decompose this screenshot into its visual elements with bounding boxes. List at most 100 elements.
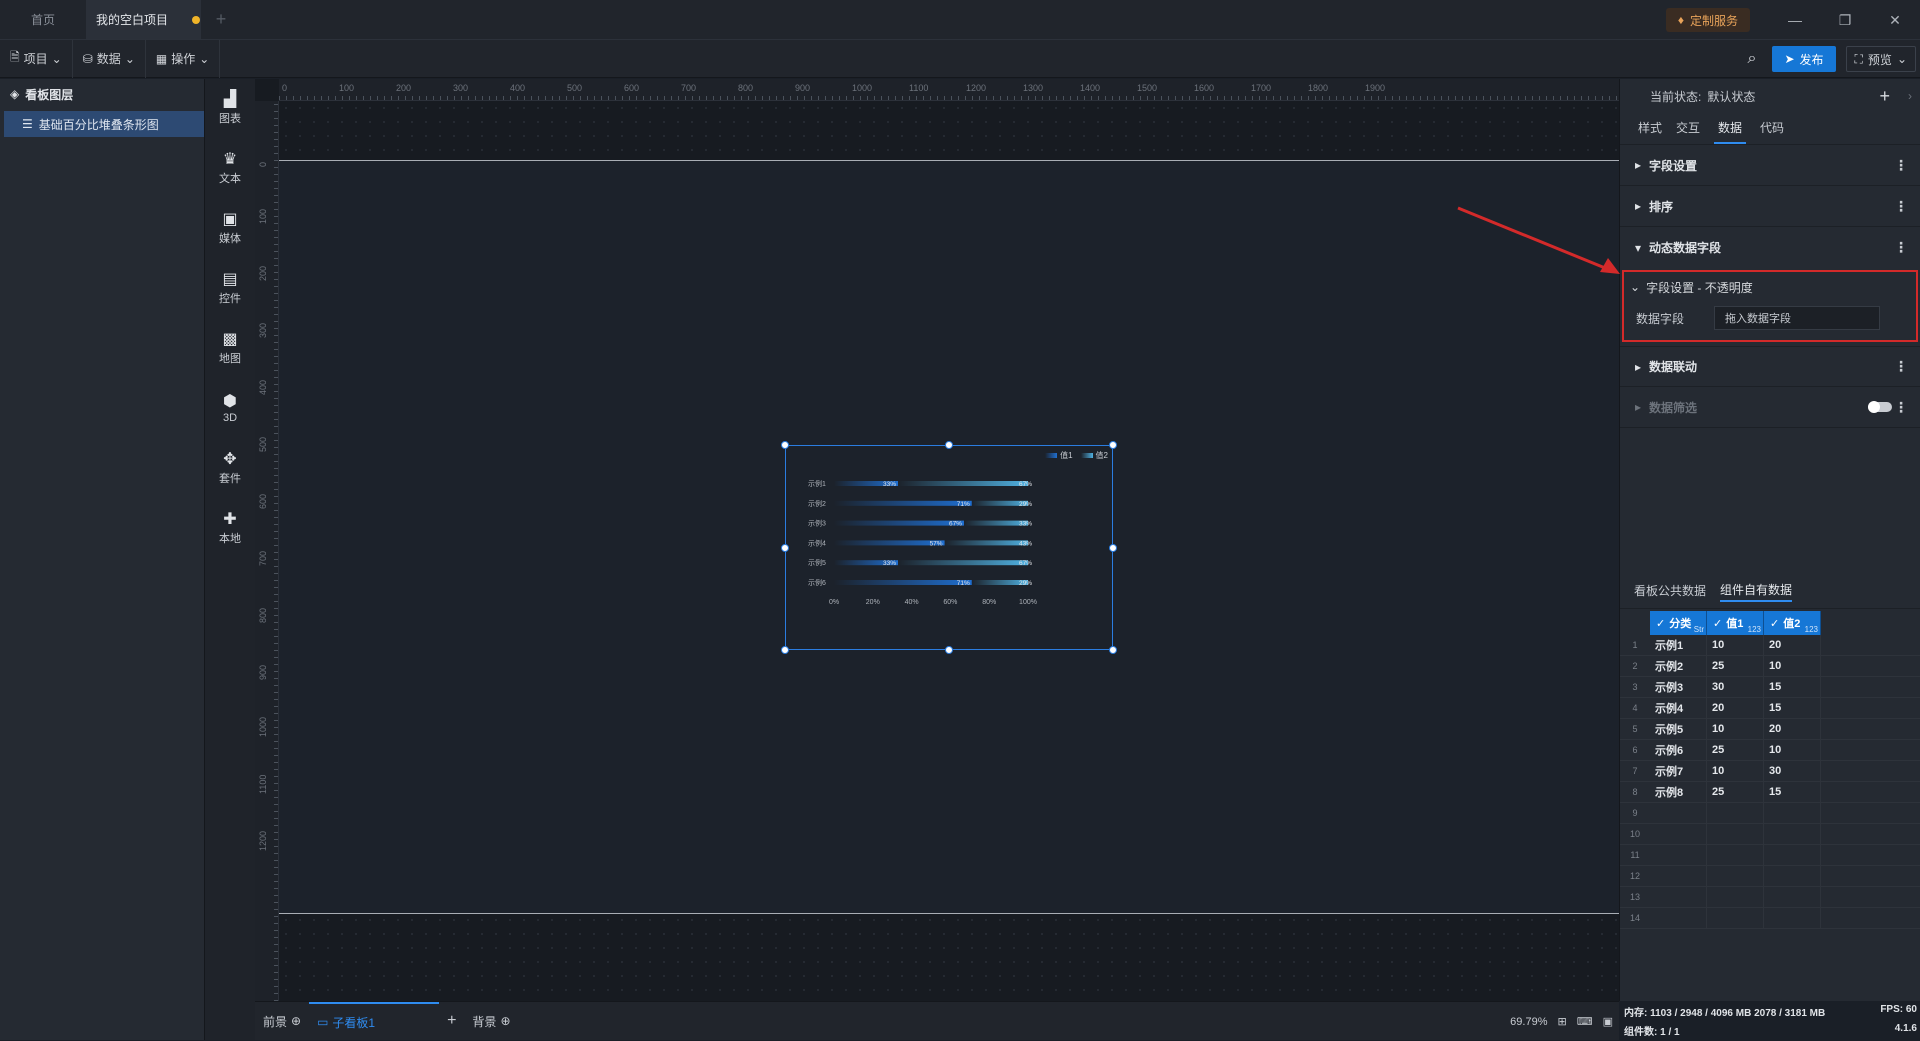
data-field-dropzone[interactable]: 拖入数据字段 xyxy=(1714,306,1881,330)
add-state-button[interactable]: + xyxy=(1879,86,1890,107)
table-cell[interactable]: 10 xyxy=(1707,719,1764,739)
component-cube[interactable]: ⬢ 3D xyxy=(205,379,255,439)
search-icon[interactable]: ⌕ xyxy=(1747,50,1756,68)
table-cell[interactable] xyxy=(1650,908,1707,928)
canvas[interactable]: 0 100 200 300 400 500 600 700 800 900 1000 1100 1200… xyxy=(255,79,1619,1001)
table-row[interactable]: 13 xyxy=(1620,887,1920,908)
table-cell[interactable]: 15 xyxy=(1764,677,1821,697)
table-row[interactable]: 3 示例3 30 15 xyxy=(1620,677,1920,698)
tab-interaction[interactable]: 交互 xyxy=(1676,119,1700,144)
check-icon[interactable]: ✓ xyxy=(1656,617,1665,630)
tab-code[interactable]: 代码 xyxy=(1760,119,1784,144)
table-row[interactable]: 2 示例2 25 10 xyxy=(1620,656,1920,677)
table-cell[interactable] xyxy=(1707,866,1764,886)
table-row[interactable]: 7 示例7 10 30 xyxy=(1620,761,1920,782)
restore-button[interactable]: ❐ xyxy=(1820,12,1870,29)
tab-board-data[interactable]: 看板公共数据 xyxy=(1634,582,1706,601)
component-kit[interactable]: ✥ 套件 xyxy=(205,439,255,499)
terminal-icon[interactable]: ▣ xyxy=(1603,1015,1613,1028)
add-board-button[interactable]: + xyxy=(439,1002,464,1041)
table-cell[interactable] xyxy=(1707,824,1764,844)
menu-data[interactable]: ⛁ 数据 ⌄ xyxy=(73,39,146,78)
chevron-right-icon[interactable]: › xyxy=(1908,89,1912,103)
check-icon[interactable]: ✓ xyxy=(1713,617,1722,630)
component-chart[interactable]: ▟ 图表 xyxy=(205,79,255,139)
section-data-link[interactable]: ▸ 数据联动 ⋮ xyxy=(1620,346,1920,387)
tab-project[interactable]: 我的空白项目 xyxy=(86,0,201,39)
table-row[interactable]: 10 xyxy=(1620,824,1920,845)
layer-item[interactable]: ☰ 基础百分比堆叠条形图 xyxy=(4,111,204,137)
table-cell[interactable]: 25 xyxy=(1707,782,1764,802)
table-cell[interactable]: 示例3 xyxy=(1650,677,1707,697)
table-cell[interactable]: 20 xyxy=(1707,698,1764,718)
zoom-level[interactable]: 69.79% xyxy=(1510,1016,1547,1028)
table-row[interactable]: 14 xyxy=(1620,908,1920,929)
preview-button[interactable]: ⛶ 预览 ⌄ xyxy=(1845,46,1916,72)
data-grid[interactable]: ✓ 分类 Str ✓ 值1 123 ✓ 值2 123 1 示例1 10 20 2 示例2 25 10 3 示例3 3… xyxy=(1620,611,1920,929)
check-icon[interactable]: ✓ xyxy=(1770,617,1779,630)
table-cell[interactable] xyxy=(1764,845,1821,865)
table-cell[interactable] xyxy=(1707,908,1764,928)
component-puzzle[interactable]: ✚ 本地 xyxy=(205,499,255,559)
table-cell[interactable]: 示例2 xyxy=(1650,656,1707,676)
section-data-filter[interactable]: ▸ 数据筛选 ⋮ xyxy=(1620,387,1920,428)
table-cell[interactable] xyxy=(1764,887,1821,907)
section-dynamic-field[interactable]: ▾ 动态数据字段 ⋮ xyxy=(1620,227,1920,268)
table-cell[interactable] xyxy=(1764,824,1821,844)
table-cell[interactable] xyxy=(1707,803,1764,823)
table-cell[interactable] xyxy=(1707,887,1764,907)
tab-home[interactable]: 首页 xyxy=(0,0,86,39)
tab-component-data[interactable]: 组件自有数据 xyxy=(1720,581,1793,602)
tab-data[interactable]: 数据 xyxy=(1714,119,1747,144)
table-cell[interactable] xyxy=(1650,866,1707,886)
state-value[interactable]: 默认状态 xyxy=(1707,88,1755,105)
section-sort[interactable]: ▸ 排序 ⋮ xyxy=(1620,186,1920,227)
table-cell[interactable] xyxy=(1764,803,1821,823)
add-circle-icon[interactable]: ⊕ xyxy=(291,1014,301,1028)
fit-screen-icon[interactable]: ⊞ xyxy=(1557,1015,1566,1028)
horizontal-ruler[interactable]: 0 100 200 300 400 500 600 700 800 900 1000 1100 1200… xyxy=(279,79,1619,101)
table-row[interactable]: 12 xyxy=(1620,866,1920,887)
add-tab-button[interactable]: + xyxy=(201,0,241,39)
filter-toggle[interactable] xyxy=(1868,401,1892,413)
table-row[interactable]: 4 示例4 20 15 xyxy=(1620,698,1920,719)
table-row[interactable]: 5 示例5 10 20 xyxy=(1620,719,1920,740)
column-header[interactable]: ✓ 值2 123 xyxy=(1764,611,1821,635)
table-row[interactable]: 1 示例1 10 20 xyxy=(1620,635,1920,656)
table-cell[interactable] xyxy=(1650,824,1707,844)
table-cell[interactable]: 示例5 xyxy=(1650,719,1707,739)
minimize-button[interactable]: — xyxy=(1770,12,1820,28)
table-row[interactable]: 11 xyxy=(1620,845,1920,866)
table-cell[interactable]: 10 xyxy=(1707,635,1764,655)
menu-ops[interactable]: ▦ 操作 ⌄ xyxy=(146,39,221,78)
custom-service-button[interactable]: ♦ 定制服务 xyxy=(1665,8,1750,32)
table-cell[interactable]: 15 xyxy=(1764,698,1821,718)
close-button[interactable]: ✕ xyxy=(1870,12,1920,29)
board-tab[interactable]: ▭ 子看板1 xyxy=(309,1001,440,1041)
table-row[interactable]: 6 示例6 25 10 xyxy=(1620,740,1920,761)
table-row[interactable]: 8 示例8 25 15 xyxy=(1620,782,1920,803)
publish-button[interactable]: ➤ 发布 xyxy=(1772,46,1836,72)
add-circle-icon[interactable]: ⊕ xyxy=(500,1014,510,1028)
table-cell[interactable]: 20 xyxy=(1764,719,1821,739)
table-cell[interactable]: 10 xyxy=(1764,656,1821,676)
more-icon[interactable]: ⋮ xyxy=(1894,239,1908,256)
table-cell[interactable]: 25 xyxy=(1707,656,1764,676)
more-icon[interactable]: ⋮ xyxy=(1894,157,1908,174)
vertical-ruler[interactable]: 0 100 200 300 400 500 600 700 800 900 1000 1100 1200 xyxy=(255,101,279,1001)
table-cell[interactable]: 示例6 xyxy=(1650,740,1707,760)
table-cell[interactable]: 示例1 xyxy=(1650,635,1707,655)
table-cell[interactable] xyxy=(1650,803,1707,823)
table-cell[interactable]: 30 xyxy=(1707,677,1764,697)
table-cell[interactable] xyxy=(1764,866,1821,886)
more-icon[interactable]: ⋮ xyxy=(1894,358,1908,375)
chart-widget[interactable]: 值1 值2 示例1 33% 67% 示例2 71% 29% 示例3 67% 33% 示例4 57% 4… xyxy=(781,441,1117,654)
foreground-tab[interactable]: 前景 ⊕ xyxy=(255,1002,309,1041)
table-cell[interactable]: 示例8 xyxy=(1650,782,1707,802)
component-text[interactable]: ♛ 文本 xyxy=(205,139,255,199)
component-map[interactable]: ▩ 地图 xyxy=(205,319,255,379)
component-control[interactable]: ▤ 控件 xyxy=(205,259,255,319)
table-cell[interactable] xyxy=(1707,845,1764,865)
menu-project[interactable]: 🗎 项目 ⌄ xyxy=(0,39,73,78)
column-header[interactable]: ✓ 分类 Str xyxy=(1650,611,1707,635)
